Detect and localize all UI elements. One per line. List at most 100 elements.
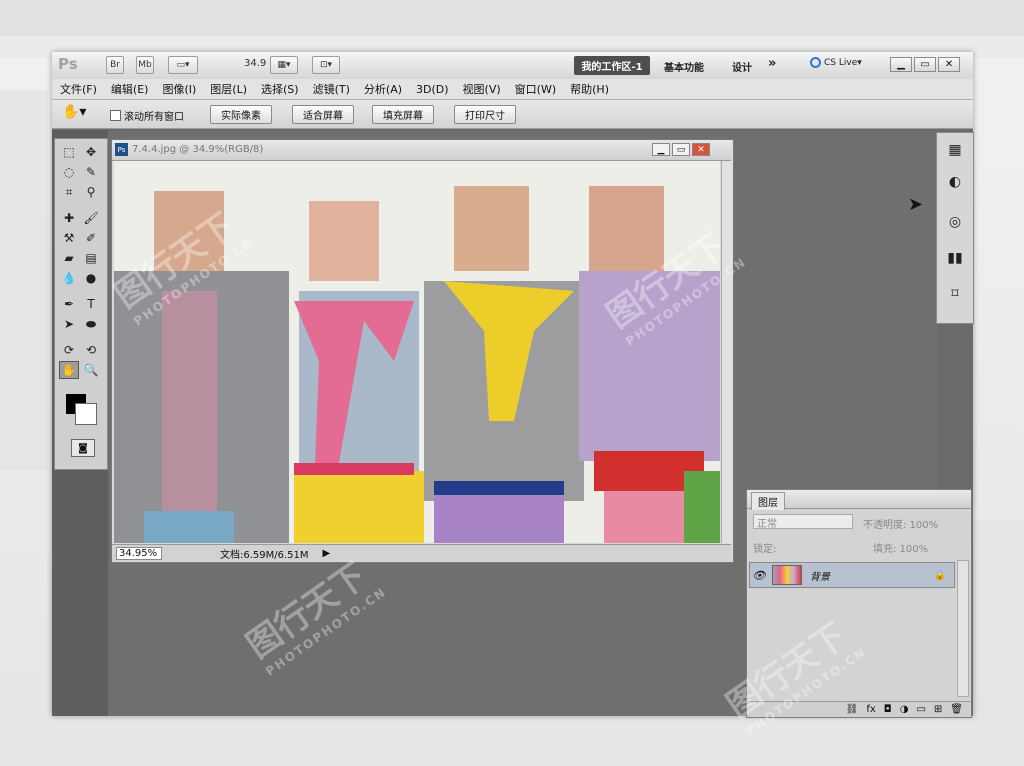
layers-footer: ⛓ fx ◘ ◑ ▭ ⊞ 🗑 [747, 701, 971, 717]
menu-window[interactable]: 窗口(W) [515, 81, 556, 97]
dodge-tool-icon[interactable]: ● [81, 269, 101, 287]
screen-mode-button[interactable]: ⊡▾ [312, 56, 340, 74]
menu-view[interactable]: 视图(V) [463, 81, 501, 97]
quick-mask-button[interactable]: ◙ [71, 439, 95, 457]
document-status-bar: 34.95% 文档:6.59M/6.51M ▶ [112, 544, 731, 561]
menu-file[interactable]: 文件(F) [60, 81, 97, 97]
eraser-tool-icon[interactable]: ▰ [59, 249, 79, 267]
view-extras-button[interactable]: ▭▾ [168, 56, 198, 74]
path-selection-tool-icon[interactable]: ➤ [59, 315, 79, 333]
more-workspaces-button[interactable]: » [768, 56, 776, 71]
opacity-field[interactable]: 不透明度: 100% [863, 516, 938, 531]
image-canvas[interactable] [114, 161, 720, 543]
menu-help[interactable]: 帮助(H) [570, 81, 609, 97]
menu-select[interactable]: 选择(S) [261, 81, 299, 97]
layer-thumbnail [772, 565, 802, 585]
new-group-icon[interactable]: ▭ [916, 704, 925, 715]
checkbox-box[interactable] [110, 110, 121, 121]
pen-tool-icon[interactable]: ✒ [59, 295, 79, 313]
quick-select-tool-icon[interactable]: ✎ [81, 163, 101, 181]
link-layers-icon[interactable]: ⛓ [846, 704, 859, 715]
zoom-tool-icon[interactable]: 🔍 [81, 361, 101, 379]
shape-tool-icon[interactable]: ⬬ [81, 315, 101, 333]
hand-tool-preset[interactable]: ✋▾ [62, 104, 96, 124]
cs-live-icon [810, 57, 821, 68]
print-size-button[interactable]: 打印尺寸 [454, 105, 516, 124]
background-color-swatch[interactable] [75, 403, 97, 425]
close-button[interactable]: ✕ [938, 57, 960, 72]
bridge-button[interactable]: Br [106, 56, 124, 74]
fill-screen-button[interactable]: 填充屏幕 [372, 105, 434, 124]
healing-brush-tool-icon[interactable]: ✚ [59, 209, 79, 227]
menu-image[interactable]: 图像(I) [162, 81, 196, 97]
menu-layer[interactable]: 图层(L) [210, 81, 247, 97]
menu-filter[interactable]: 滤镜(T) [313, 81, 350, 97]
clone-stamp-tool-icon[interactable]: ⚒ [59, 229, 79, 247]
layers-tab[interactable]: 图层 [751, 492, 785, 510]
color-panel-icon[interactable]: ◐ [944, 171, 966, 193]
crop-tool-icon[interactable]: ⌗ [59, 183, 79, 201]
arrange-documents-button[interactable]: ▦▾ [270, 56, 298, 74]
quick-mask-icon: ◙ [78, 442, 88, 454]
fit-screen-button[interactable]: 适合屏幕 [292, 105, 354, 124]
actual-pixels-button[interactable]: 实际像素 [210, 105, 272, 124]
zoom-level[interactable]: 34.9 [244, 58, 266, 69]
eyedropper-tool-icon[interactable]: ⚲ [81, 183, 101, 201]
scroll-all-windows-checkbox[interactable]: 滚动所有窗口 [110, 108, 184, 123]
layer-row-background[interactable]: 👁 背景 🔒 [749, 562, 955, 588]
3d-rotate-tool-icon[interactable]: ⟳ [59, 341, 79, 359]
layers-scrollbar[interactable] [957, 560, 969, 697]
tools-panel-strip: ⬚ ✥ ◌ ✎ ⌗ ⚲ ✚ 🖌 ⚒ ✐ ▰ ▤ 💧 ● ✒ T ➤ ⬬ ⟳ ⟲ … [52, 130, 108, 716]
document-zoom-field[interactable]: 34.95% [116, 546, 162, 560]
hand-icon: ✋▾ [62, 104, 87, 120]
move-tool-icon[interactable]: ✥ [81, 143, 101, 161]
photo-four-people [114, 161, 720, 543]
menu-analysis[interactable]: 分析(A) [364, 81, 402, 97]
layer-style-icon[interactable]: fx [866, 704, 875, 715]
history-brush-tool-icon[interactable]: ✐ [81, 229, 101, 247]
view-extras-icon: ▭▾ [176, 60, 190, 70]
minimize-icon: ▁ [897, 59, 905, 70]
mouse-cursor-icon: ➤ [908, 194, 924, 215]
close-icon: ✕ [944, 59, 954, 70]
new-layer-icon[interactable]: ⊞ [934, 704, 942, 715]
marquee-tool-icon[interactable]: ⬚ [59, 143, 79, 161]
visibility-eye-icon[interactable]: 👁 [750, 569, 768, 582]
histogram-panel-icon[interactable]: ▦ [944, 139, 966, 161]
menu-3d[interactable]: 3D(D) [416, 83, 449, 96]
lasso-tool-icon[interactable]: ◌ [59, 163, 79, 181]
status-menu-arrow-icon[interactable]: ▶ [323, 548, 331, 559]
channels-panel-icon[interactable]: ▮▮ [944, 247, 966, 269]
brush-tool-icon[interactable]: 🖌 [81, 209, 101, 227]
delete-layer-icon[interactable]: 🗑 [950, 704, 963, 715]
doc-restore-button[interactable]: ▭ [672, 143, 690, 156]
tools-panel: ⬚ ✥ ◌ ✎ ⌗ ⚲ ✚ 🖌 ⚒ ✐ ▰ ▤ 💧 ● ✒ T ➤ ⬬ ⟳ ⟲ … [54, 138, 108, 470]
gradient-tool-icon[interactable]: ▤ [81, 249, 101, 267]
fill-field[interactable]: 填充: 100% [873, 540, 928, 555]
doc-close-button[interactable]: ✕ [692, 143, 710, 156]
minimize-button[interactable]: ▁ [890, 57, 912, 72]
3d-orbit-tool-icon[interactable]: ⟲ [81, 341, 101, 359]
paths-panel-icon[interactable]: ⌑ [944, 283, 966, 305]
document-titlebar[interactable]: Ps 7.4.4.jpg @ 34.9%(RGB/8) ▁ ▭ ✕ [112, 140, 731, 161]
blend-mode-select[interactable]: 正常 [753, 514, 853, 530]
ps-logo: Ps [58, 55, 78, 73]
document-vertical-scrollbar[interactable] [721, 161, 732, 543]
workspace-essentials[interactable]: 基本功能 [664, 59, 704, 74]
mini-bridge-button[interactable]: Mb [136, 56, 154, 74]
cs-live-label: CS Live▾ [824, 57, 862, 68]
restore-icon: ▭ [920, 59, 930, 70]
doc-minimize-button[interactable]: ▁ [652, 143, 670, 156]
cs-live-button[interactable]: CS Live▾ [810, 57, 862, 68]
menu-edit[interactable]: 编辑(E) [111, 81, 149, 97]
workspace-design[interactable]: 设计 [732, 59, 752, 74]
adjustments-panel-icon[interactable]: ◎ [944, 211, 966, 233]
workspace-my-workspace[interactable]: 我的工作区-1 [574, 56, 650, 75]
layer-mask-icon[interactable]: ◘ [884, 704, 892, 715]
restore-button[interactable]: ▭ [914, 57, 936, 72]
adjustment-layer-icon[interactable]: ◑ [900, 704, 909, 715]
document-size-info[interactable]: 文档:6.59M/6.51M [220, 546, 309, 561]
type-tool-icon[interactable]: T [81, 295, 101, 313]
blur-tool-icon[interactable]: 💧 [59, 269, 79, 287]
hand-tool-icon[interactable]: ✋ [59, 361, 79, 379]
